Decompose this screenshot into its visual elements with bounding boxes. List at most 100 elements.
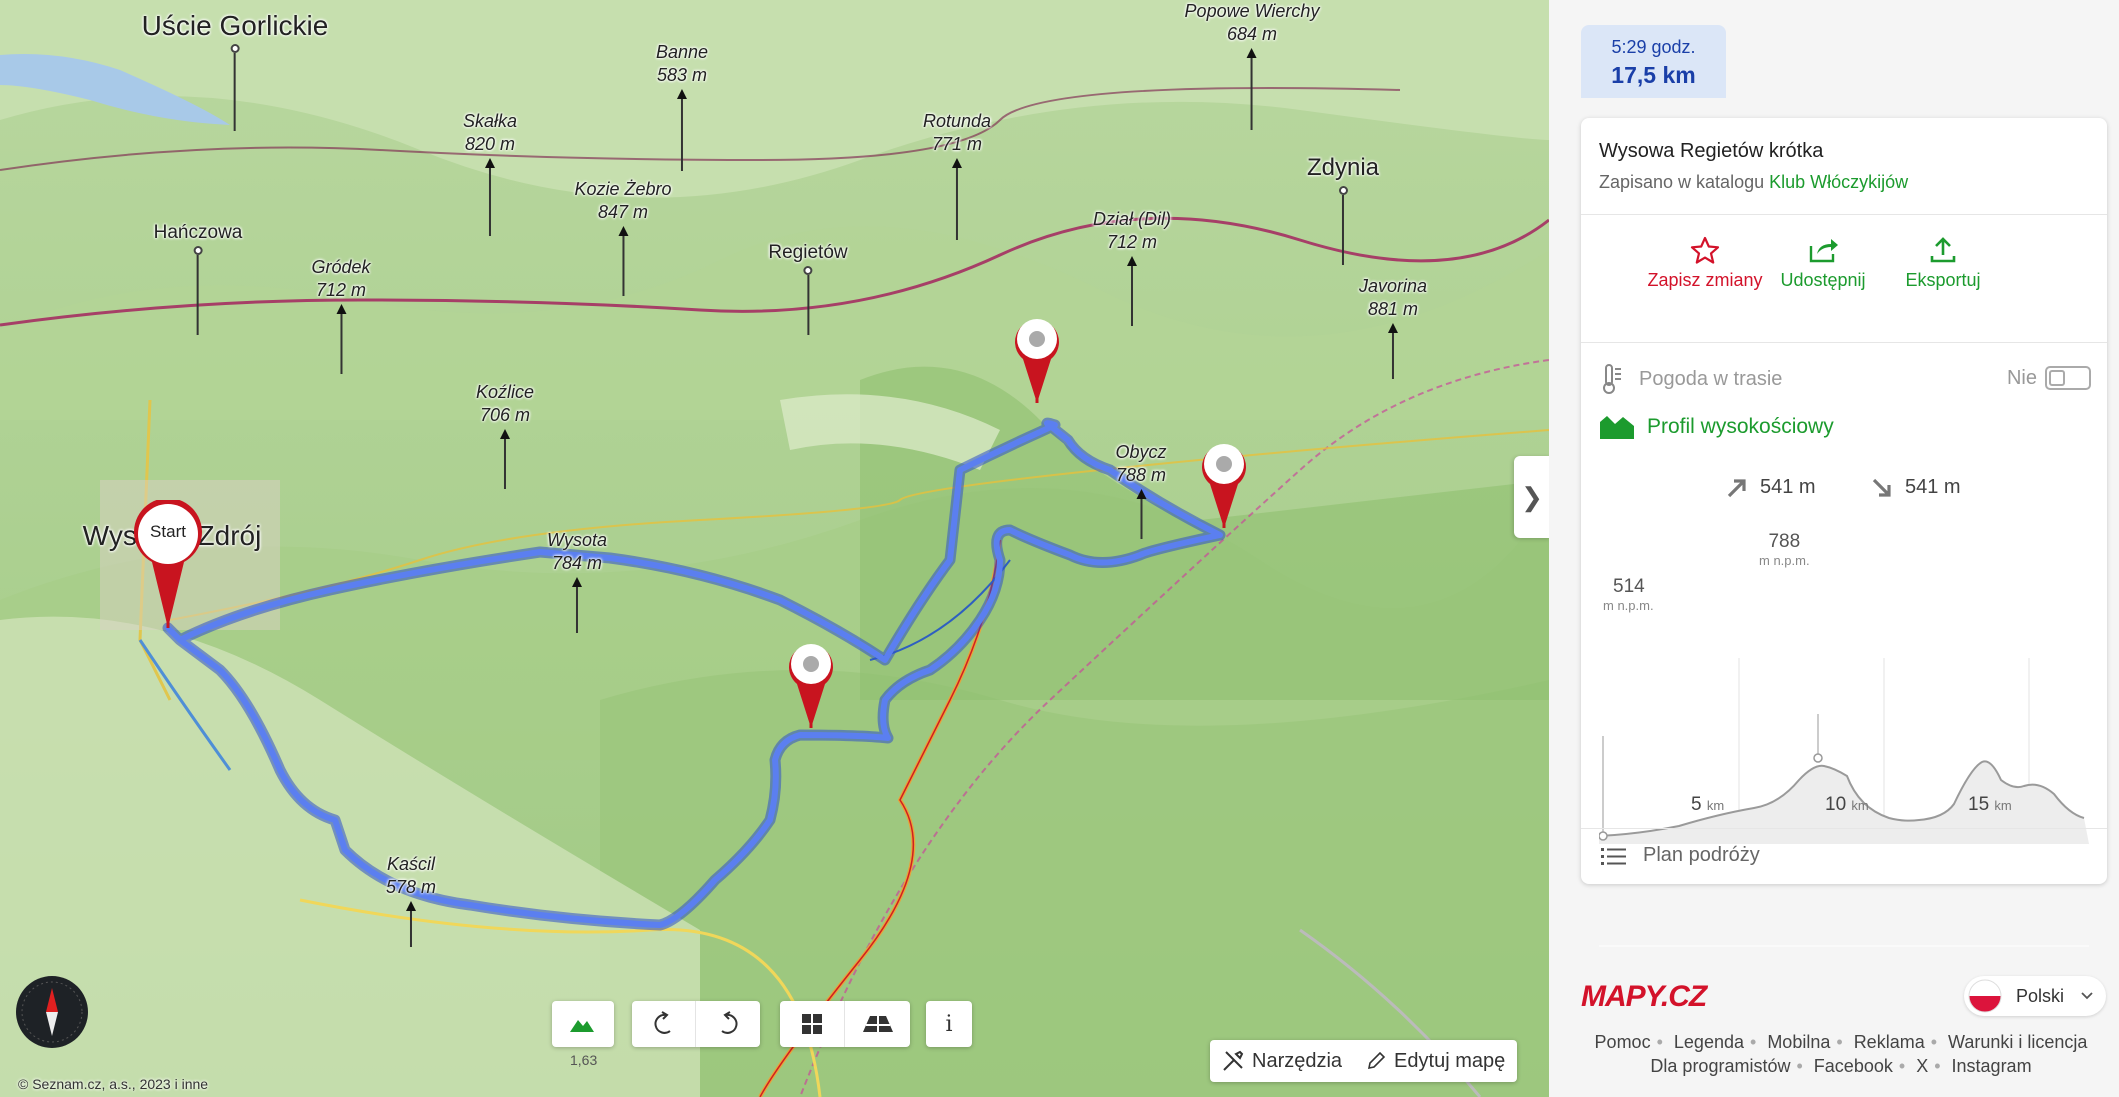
peak-arrow-icon (677, 89, 687, 99)
mountain-icon (570, 1020, 594, 1032)
edit-map-button[interactable]: Edytuj mapę (1354, 1040, 1517, 1082)
peak-arrow-icon (1387, 323, 1398, 333)
town-regietow[interactable]: Regietów (768, 242, 848, 335)
view-group (780, 1001, 910, 1047)
peak-arrow-icon (571, 577, 582, 587)
rotate-right-icon (721, 1011, 738, 1034)
compass-button[interactable] (16, 976, 88, 1048)
peak-arrow-icon (952, 158, 962, 168)
peak-kozlice[interactable]: Koźlice 706 m (476, 381, 534, 489)
export-button[interactable]: Eksportuj (1883, 236, 2003, 292)
footer-link-legend[interactable]: Legenda (1674, 1032, 1744, 1052)
map-copyright[interactable]: © Seznam.cz, a.s., 2023 i inne (18, 1076, 208, 1092)
divider (1581, 342, 2107, 343)
mountain-icon (1600, 416, 1634, 439)
peak-dzial[interactable]: Dział (Dil) 712 m (1093, 208, 1171, 326)
elevation-max-label: 788 m n.p.m. (1759, 531, 1810, 568)
peak-kascil[interactable]: Kaścil 578 m (386, 853, 436, 947)
map-canvas[interactable]: Uście Gorlickie Hańczowa Regietów Zdynia… (0, 0, 1549, 1097)
town-dot-icon (1338, 186, 1348, 195)
divider (1581, 828, 2107, 829)
route-card: Wysowa Regietów krótka Zapisano w katalo… (1581, 118, 2107, 947)
tilt-view-button[interactable] (845, 1001, 910, 1047)
grid-icon (802, 1014, 822, 1034)
map-pin-icon (1015, 319, 1059, 403)
footer-link-mobile[interactable]: Mobilna (1767, 1032, 1830, 1052)
arrow-down-right-icon (1872, 478, 1891, 497)
share-button[interactable]: Udostępnij (1763, 236, 1883, 292)
waypoint-pin-1[interactable] (1013, 315, 1061, 410)
rotate-left-icon (654, 1011, 671, 1034)
trip-plan-button[interactable]: Plan podróży (1601, 844, 1760, 867)
map-tools-bar: Narzędzia Edytuj mapę (1210, 1040, 1518, 1082)
top-view-button[interactable] (780, 1001, 845, 1047)
peak-banne[interactable]: Banne 583 m (656, 41, 708, 171)
map-pin-icon (1202, 444, 1246, 528)
weather-toggle[interactable] (2045, 366, 2091, 390)
footer-link-terms[interactable]: Warunki i licencja (1948, 1032, 2087, 1052)
info-button[interactable]: i (926, 1001, 972, 1047)
town-dot-icon (803, 266, 813, 275)
km-tick-10: 10 km (1825, 794, 1869, 815)
terrain-3d-button[interactable] (552, 1001, 612, 1047)
footer-links: Pomoc • Legenda • Mobilna • Reklama • Warunk… (1594, 1032, 2088, 1076)
peak-javorina[interactable]: Javorina 881 m (1359, 275, 1427, 379)
mapy-cz-logo[interactable]: MAPY.CZ (1581, 980, 1707, 1014)
share-icon (1809, 239, 1838, 263)
tools-icon (1223, 1050, 1244, 1071)
zoom-level-label: 1,63 (570, 1052, 598, 1068)
collapse-panel-button[interactable]: ❯ (1514, 456, 1550, 538)
catalog-info: Zapisano w katalogu Klub Włóczykijów (1599, 172, 1909, 192)
catalog-link[interactable]: Klub Włóczykijów (1769, 172, 1908, 192)
rotate-left-button[interactable] (632, 1001, 696, 1047)
footer-link-help[interactable]: Pomoc (1595, 1032, 1651, 1052)
elevation-profile-link[interactable]: Profil wysokościowy (1599, 414, 1834, 440)
town-dot-icon (193, 246, 203, 255)
town-uscie-gorlickie[interactable]: Uście Gorlickie (142, 10, 328, 131)
footer-link-x[interactable]: X (1916, 1056, 1928, 1076)
start-label: Start (150, 522, 186, 541)
peak-popowe-wierchy[interactable]: Popowe Wierchy 684 m (1185, 0, 1319, 130)
tools-button[interactable]: Narzędzia (1210, 1040, 1354, 1082)
waypoint-pin-3[interactable] (787, 640, 835, 735)
language-selector[interactable]: Polski (1964, 976, 2106, 1016)
start-pin[interactable]: Start (132, 498, 204, 635)
terrain-toggle-group (552, 1001, 614, 1047)
route-duration: 5:29 godz. (1611, 37, 1696, 57)
footer-link-instagram[interactable]: Instagram (1952, 1056, 2032, 1076)
peak-arrow-icon (1127, 256, 1137, 266)
elevation-chart[interactable] (1599, 518, 2089, 948)
rotate-right-button[interactable] (696, 1001, 760, 1047)
peak-obycz[interactable]: Obycz 788 m (1115, 441, 1167, 539)
peak-grodek[interactable]: Gródek 712 m (311, 256, 371, 374)
upload-icon (1930, 237, 1956, 263)
route-summary-tab[interactable]: 5:29 godz. 17,5 km (1581, 25, 1726, 98)
peak-arrow-icon (618, 226, 628, 236)
peak-arrow-icon (500, 429, 510, 439)
peak-arrow-icon (406, 901, 416, 911)
footer-link-developers[interactable]: Dla programistów (1650, 1056, 1790, 1076)
pencil-icon (1368, 1051, 1386, 1070)
town-hanczowa[interactable]: Hańczowa (154, 222, 242, 335)
peak-arrow-icon (1247, 48, 1257, 58)
list-icon (1601, 847, 1626, 865)
km-tick-15: 15 km (1968, 794, 2012, 815)
weather-row[interactable]: Pogoda w trasie Nie (1601, 362, 2091, 396)
footer-link-ads[interactable]: Reklama (1854, 1032, 1925, 1052)
town-zdynia[interactable]: Zdynia (1307, 152, 1379, 265)
footer-link-facebook[interactable]: Facebook (1814, 1056, 1893, 1076)
thermometer-icon (1603, 364, 1621, 394)
rotate-group (632, 1001, 760, 1047)
peak-skalka[interactable]: Skałka 820 m (463, 110, 517, 236)
flag-pl-icon (1968, 979, 2002, 1013)
route-distance: 17,5 km (1611, 62, 1696, 88)
map-pin-icon (789, 644, 833, 728)
peak-wysota[interactable]: Wysota 784 m (547, 529, 607, 633)
waypoint-pin-2[interactable] (1200, 440, 1248, 535)
route-title: Wysowa Regietów krótka (1599, 140, 1824, 162)
peak-rotunda[interactable]: Rotunda 771 m (923, 110, 991, 240)
peak-kozie-zebro[interactable]: Kozie Żebro 847 m (574, 178, 672, 296)
elevation-start-label: 514 m n.p.m. (1603, 576, 1654, 613)
save-changes-button[interactable]: Zapisz zmiany (1645, 236, 1765, 292)
peak-arrow-icon (1135, 489, 1146, 499)
